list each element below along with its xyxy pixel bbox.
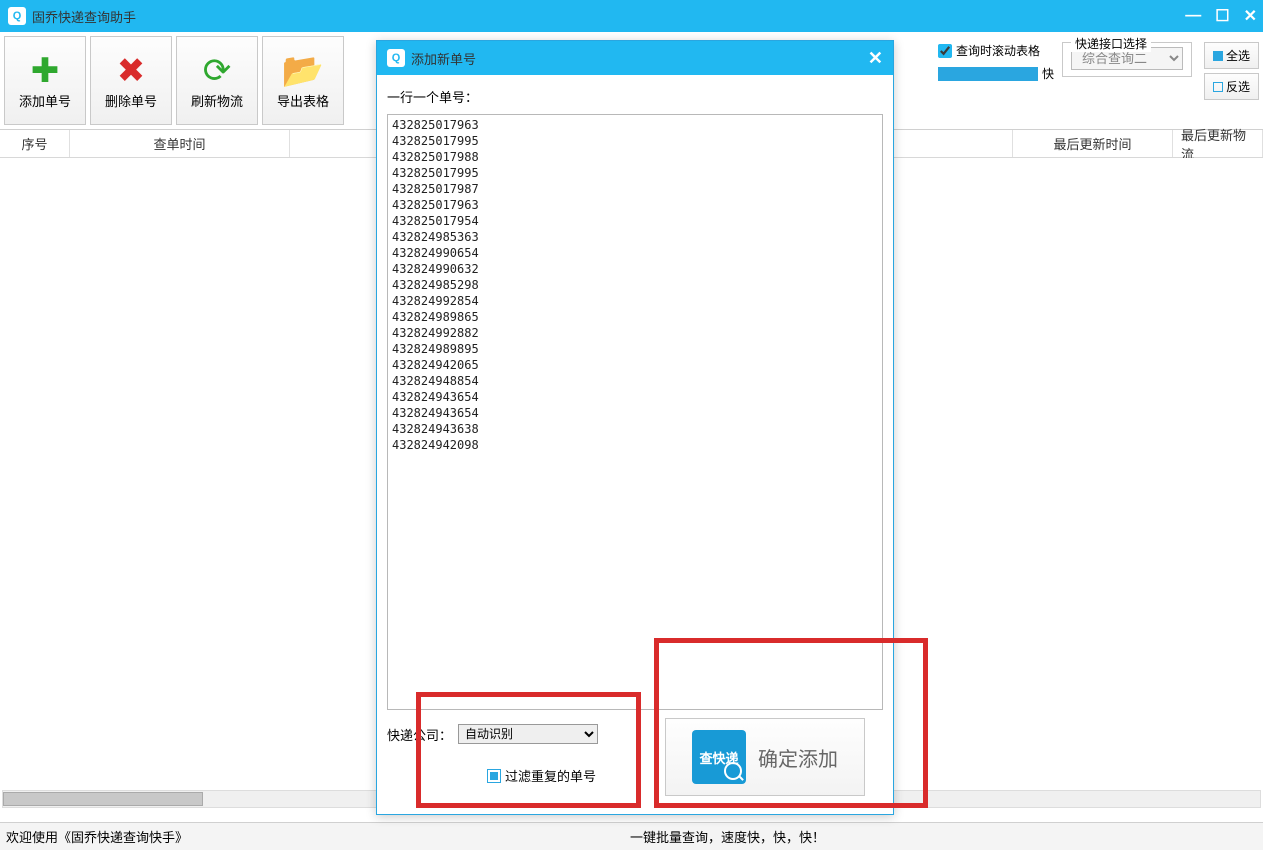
company-label: 快递公司： <box>387 725 452 744</box>
status-bar: 欢迎使用《固乔快递查询快手》 一键批量查询，速度快，快，快！ <box>0 822 1263 850</box>
dialog-icon: Q <box>387 49 405 67</box>
scroll-on-query-label: 查询时滚动表格 <box>956 42 1040 59</box>
dialog-titlebar: Q 添加新单号 ✕ <box>377 41 893 75</box>
col-last-update[interactable]: 最后更新时间 <box>1013 130 1173 157</box>
api-selection-group: 快递接口选择 综合查询二 <box>1062 42 1192 77</box>
dialog-close-button[interactable]: ✕ <box>868 48 883 69</box>
app-title: 固乔快递查询助手 <box>32 7 136 26</box>
add-button-label: 添加单号 <box>19 91 71 110</box>
plus-icon: ✚ <box>31 51 60 91</box>
col-query-time[interactable]: 查单时间 <box>70 130 290 157</box>
progress-suffix: 快 <box>1042 65 1054 82</box>
dialog-title: 添加新单号 <box>411 49 476 68</box>
confirm-add-button[interactable]: 查快递 确定添加 <box>665 718 865 796</box>
add-tracking-dialog: Q 添加新单号 ✕ 一行一个单号： 快递公司： 自动识别 过滤重复的单号 <box>376 40 894 815</box>
api-group-legend: 快递接口选择 <box>1071 35 1151 52</box>
dialog-instruction: 一行一个单号： <box>387 87 883 106</box>
filter-duplicate-label: 过滤重复的单号 <box>505 766 596 785</box>
tracking-numbers-textarea[interactable] <box>387 114 883 710</box>
confirm-button-label: 确定添加 <box>758 743 838 772</box>
app-icon: Q <box>8 7 26 25</box>
maximize-button[interactable]: ☐ <box>1215 6 1229 26</box>
status-left: 欢迎使用《固乔快递查询快手》 <box>0 827 188 846</box>
export-table-button[interactable]: 📂 导出表格 <box>262 36 344 125</box>
close-button[interactable]: ✕ <box>1244 6 1257 26</box>
progress-bar <box>938 67 1038 81</box>
select-all-icon <box>1213 51 1223 61</box>
invert-selection-button[interactable]: 反选 <box>1204 73 1259 100</box>
scroll-on-query-checkbox[interactable] <box>938 44 952 58</box>
export-button-label: 导出表格 <box>277 91 329 110</box>
app-titlebar: Q 固乔快递查询助手 — ☐ ✕ <box>0 0 1263 32</box>
x-icon: ✖ <box>117 51 146 91</box>
minimize-button[interactable]: — <box>1185 7 1201 25</box>
col-seq[interactable]: 序号 <box>0 130 70 157</box>
refresh-button-label: 刷新物流 <box>191 91 243 110</box>
delete-button-label: 删除单号 <box>105 91 157 110</box>
filter-duplicate-checkbox[interactable] <box>487 769 501 783</box>
status-mid: 一键批量查询，速度快，快，快！ <box>630 827 825 846</box>
delete-tracking-button[interactable]: ✖ 删除单号 <box>90 36 172 125</box>
refresh-logistics-button[interactable]: ⟳ 刷新物流 <box>176 36 258 125</box>
confirm-logo-icon: 查快递 <box>692 730 746 784</box>
add-tracking-button[interactable]: ✚ 添加单号 <box>4 36 86 125</box>
folder-icon: 📂 <box>282 51 324 91</box>
select-all-button[interactable]: 全选 <box>1204 42 1259 69</box>
invert-icon <box>1213 82 1223 92</box>
refresh-icon: ⟳ <box>203 51 232 91</box>
company-select[interactable]: 自动识别 <box>458 724 598 744</box>
col-last-logistics[interactable]: 最后更新物流 <box>1173 130 1263 157</box>
